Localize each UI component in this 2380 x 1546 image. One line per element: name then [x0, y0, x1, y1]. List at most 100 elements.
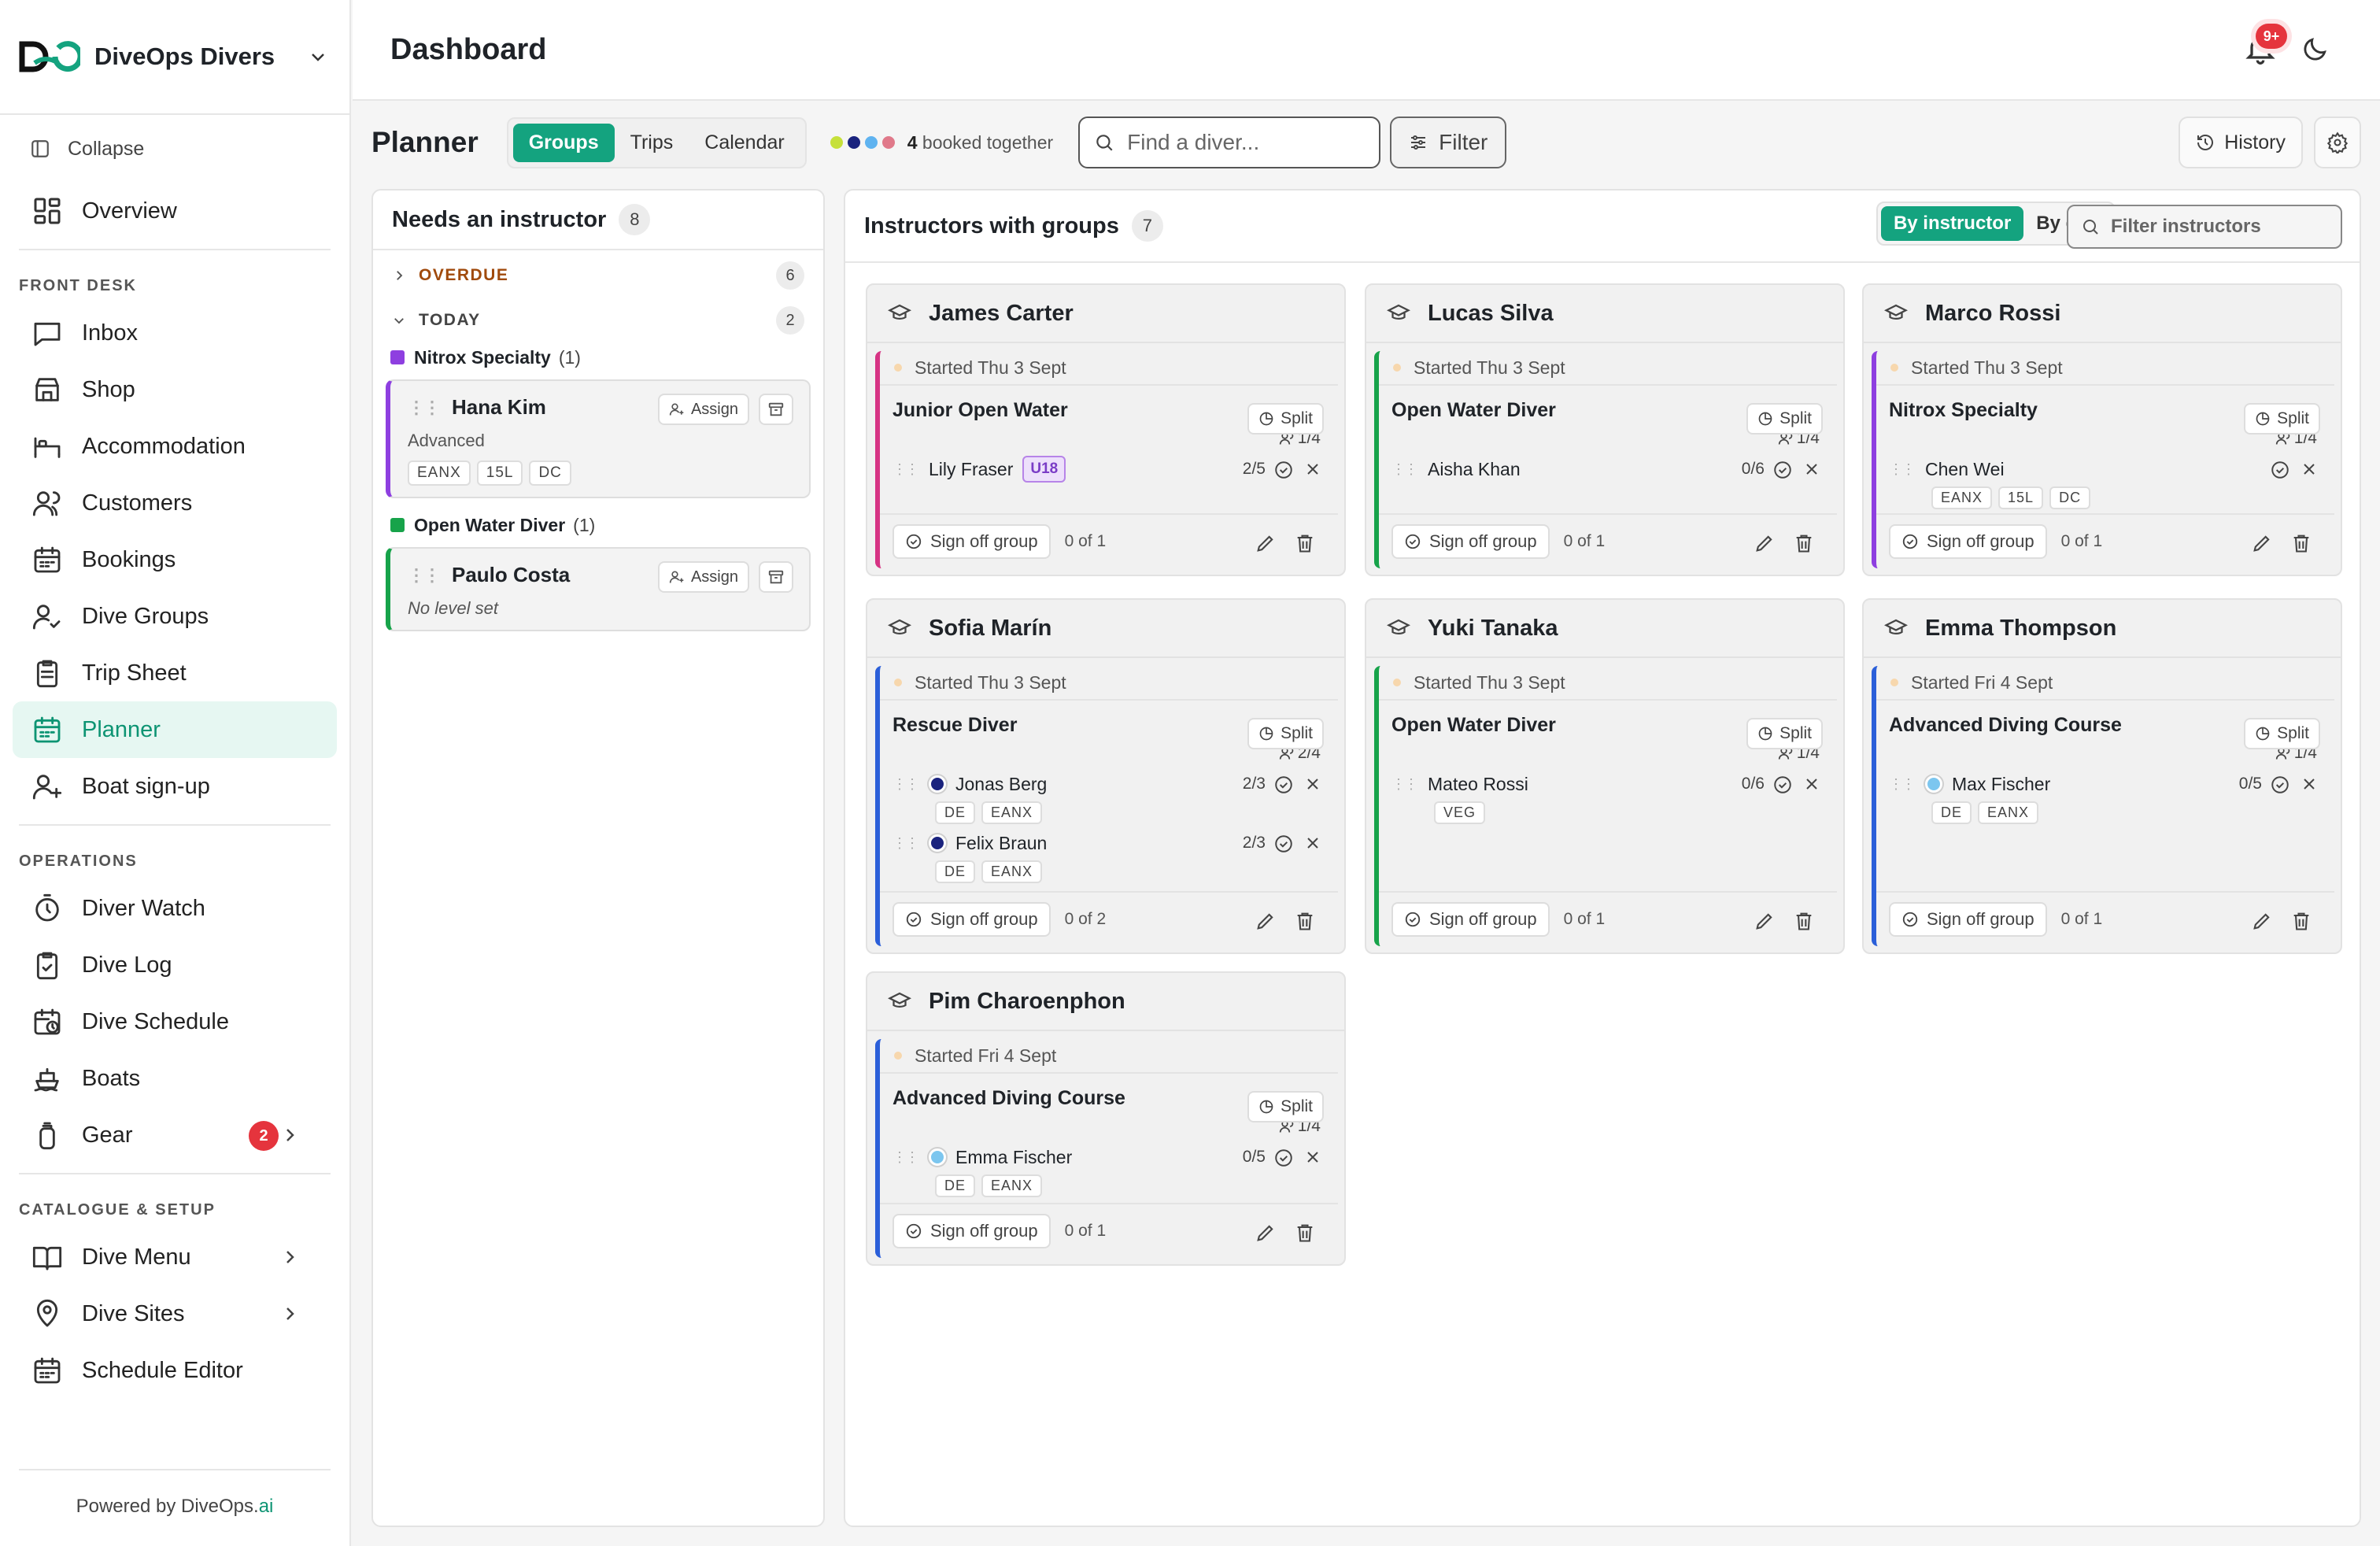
split-button[interactable]: Split	[1247, 403, 1324, 435]
close-icon[interactable]	[1303, 1148, 1322, 1167]
sidebar-item-diver-watch[interactable]: Diver Watch	[13, 880, 337, 937]
assign-button[interactable]: Assign	[657, 394, 749, 425]
sidebar-item-shop[interactable]: Shop	[13, 361, 337, 418]
sign-off-group-button[interactable]: Sign off group	[893, 902, 1051, 937]
dive-group[interactable]: Started Fri 4 Sept Advanced Diving Cours…	[875, 1039, 1338, 1258]
brand-switcher[interactable]: DiveOps Divers	[0, 0, 349, 115]
close-icon[interactable]	[1303, 460, 1322, 479]
split-button[interactable]: Split	[1247, 1091, 1324, 1123]
dive-group[interactable]: Started Thu 3 Sept Nitrox Specialty Spli…	[1872, 351, 2334, 568]
drag-handle-icon[interactable]: ⋮⋮	[408, 565, 441, 586]
filter-button[interactable]: Filter	[1390, 117, 1507, 168]
drag-handle-icon[interactable]: ⋮⋮	[893, 776, 919, 793]
unassigned-diver-card[interactable]: ⋮⋮ Hana Kim Assign Advanced EANX 15L DC	[386, 379, 811, 498]
pencil-icon[interactable]	[1754, 532, 1776, 554]
group-diver-row[interactable]: ⋮⋮ Felix Braun 2/3	[893, 829, 1327, 857]
dive-group[interactable]: Started Thu 3 Sept Junior Open Water Spl…	[875, 351, 1338, 568]
tab-groups[interactable]: Groups	[512, 123, 615, 162]
check-circle-icon[interactable]	[1772, 460, 1793, 480]
trash-icon[interactable]	[1793, 910, 1815, 932]
pencil-icon[interactable]	[1255, 910, 1277, 932]
group-diver-row[interactable]: ⋮⋮ Lily Fraser U18 2/5	[893, 455, 1327, 483]
check-circle-icon[interactable]	[1273, 834, 1294, 854]
group-diver-row[interactable]: ⋮⋮ Jonas Berg 2/3	[893, 770, 1327, 798]
drag-handle-icon[interactable]: ⋮⋮	[1391, 461, 1418, 478]
drag-handle-icon[interactable]: ⋮⋮	[1391, 776, 1418, 793]
sidebar-item-inbox[interactable]: Inbox	[13, 305, 337, 361]
group-diver-row[interactable]: ⋮⋮ Mateo Rossi 0/6	[1391, 770, 1826, 798]
sidebar-item-gear[interactable]: Gear 2	[13, 1107, 337, 1163]
check-circle-icon[interactable]	[1273, 775, 1294, 795]
sidebar-item-customers[interactable]: Customers	[13, 475, 337, 531]
sidebar-item-planner[interactable]: Planner	[13, 701, 337, 758]
sidebar-item-schedule-editor[interactable]: Schedule Editor	[13, 1342, 337, 1399]
by-instructor-button[interactable]: By instructor	[1880, 206, 2024, 241]
drag-handle-icon[interactable]: ⋮⋮	[893, 461, 919, 478]
sign-off-group-button[interactable]: Sign off group	[1889, 524, 2047, 559]
drag-handle-icon[interactable]: ⋮⋮	[408, 398, 441, 418]
sidebar-item-dive-groups[interactable]: Dive Groups	[13, 588, 337, 645]
history-button[interactable]: History	[2179, 117, 2303, 168]
pencil-icon[interactable]	[2251, 532, 2273, 554]
trash-icon[interactable]	[1793, 532, 1815, 554]
group-diver-row[interactable]: ⋮⋮ Max Fischer 0/5	[1889, 770, 2323, 798]
tab-calendar[interactable]: Calendar	[689, 124, 800, 162]
archive-button[interactable]	[759, 561, 793, 593]
close-icon[interactable]	[1303, 834, 1322, 853]
trash-icon[interactable]	[1294, 1222, 1316, 1244]
trash-icon[interactable]	[2290, 532, 2312, 554]
dive-group[interactable]: Started Thu 3 Sept Open Water Diver Spli…	[1374, 666, 1837, 946]
sign-off-group-button[interactable]: Sign off group	[1391, 902, 1550, 937]
sign-off-group-button[interactable]: Sign off group	[1391, 524, 1550, 559]
sidebar-item-dive-menu[interactable]: Dive Menu	[13, 1229, 337, 1285]
split-button[interactable]: Split	[1746, 403, 1823, 435]
drag-handle-icon[interactable]: ⋮⋮	[1889, 776, 1916, 793]
pencil-icon[interactable]	[1255, 532, 1277, 554]
filter-instructors-input[interactable]: Filter instructors	[2067, 205, 2342, 249]
sidebar-item-dive-schedule[interactable]: Dive Schedule	[13, 993, 337, 1050]
archive-button[interactable]	[759, 394, 793, 425]
sidebar-item-overview[interactable]: Overview	[13, 183, 337, 239]
powered-by[interactable]: Powered by DiveOps.ai	[0, 1496, 349, 1518]
sidebar-item-boat-sign-up[interactable]: Boat sign-up	[13, 758, 337, 815]
sidebar-item-dive-sites[interactable]: Dive Sites	[13, 1285, 337, 1342]
dive-group[interactable]: Started Fri 4 Sept Advanced Diving Cours…	[1872, 666, 2334, 946]
split-button[interactable]: Split	[1746, 718, 1823, 749]
sidebar-item-dive-log[interactable]: Dive Log	[13, 937, 337, 993]
unassigned-diver-card[interactable]: ⋮⋮ Paulo Costa Assign No level set	[386, 547, 811, 631]
check-circle-icon[interactable]	[2270, 775, 2290, 795]
sidebar-item-bookings[interactable]: Bookings	[13, 531, 337, 588]
settings-button[interactable]	[2314, 117, 2361, 168]
check-circle-icon[interactable]	[1273, 1148, 1294, 1168]
sign-off-group-button[interactable]: Sign off group	[893, 1214, 1051, 1248]
split-button[interactable]: Split	[2244, 718, 2320, 749]
today-toggle[interactable]: TODAY 2	[373, 301, 823, 340]
tab-trips[interactable]: Trips	[615, 124, 689, 162]
diver-search-input[interactable]: Find a diver...	[1078, 117, 1381, 168]
sign-off-group-button[interactable]: Sign off group	[1889, 902, 2047, 937]
close-icon[interactable]	[1802, 460, 1821, 479]
check-circle-icon[interactable]	[1273, 460, 1294, 480]
sidebar-item-trip-sheet[interactable]: Trip Sheet	[13, 645, 337, 701]
close-icon[interactable]	[1303, 775, 1322, 793]
trash-icon[interactable]	[2290, 910, 2312, 932]
close-icon[interactable]	[2300, 775, 2319, 793]
pencil-icon[interactable]	[2251, 910, 2273, 932]
moon-icon[interactable]	[2300, 35, 2330, 65]
trash-icon[interactable]	[1294, 532, 1316, 554]
close-icon[interactable]	[2300, 460, 2319, 479]
collapse-button[interactable]: Collapse	[0, 115, 349, 183]
close-icon[interactable]	[1802, 775, 1821, 793]
dive-group[interactable]: Started Thu 3 Sept Open Water Diver Spli…	[1374, 351, 1837, 568]
trash-icon[interactable]	[1294, 910, 1316, 932]
pencil-icon[interactable]	[1255, 1222, 1277, 1244]
sidebar-item-boats[interactable]: Boats	[13, 1050, 337, 1107]
group-diver-row[interactable]: ⋮⋮ Aisha Khan 0/6	[1391, 455, 1826, 483]
pencil-icon[interactable]	[1754, 910, 1776, 932]
sign-off-group-button[interactable]: Sign off group	[893, 524, 1051, 559]
drag-handle-icon[interactable]: ⋮⋮	[893, 1149, 919, 1166]
split-button[interactable]: Split	[1247, 718, 1324, 749]
split-button[interactable]: Split	[2244, 403, 2320, 435]
dive-group[interactable]: Started Thu 3 Sept Rescue Diver Split 2/…	[875, 666, 1338, 946]
check-circle-icon[interactable]	[2270, 460, 2290, 480]
